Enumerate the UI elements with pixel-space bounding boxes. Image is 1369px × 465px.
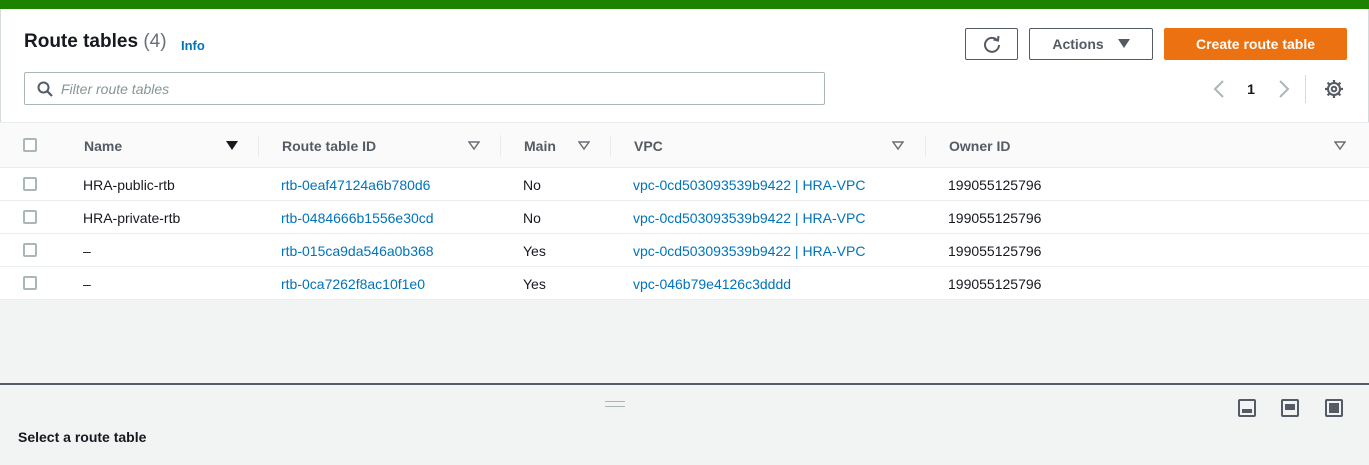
page-title-text: Route tables [24, 31, 139, 52]
sort-icon[interactable] [225, 139, 239, 153]
layout-side-icon[interactable] [1281, 399, 1299, 417]
table-header: Name Route table ID Main VPC Owner ID [0, 122, 1369, 168]
chevron-right-icon [1279, 80, 1290, 98]
row-checkbox[interactable] [23, 210, 37, 224]
table-header-panel: Route tables (4) Info Actions Create rou… [0, 9, 1369, 123]
filter-input[interactable] [61, 80, 761, 97]
layout-bottom-icon[interactable] [1238, 399, 1256, 417]
column-header-vpc[interactable]: VPC [634, 123, 663, 169]
cell-name: – [83, 242, 91, 259]
column-header-route-table-id[interactable]: Route table ID [282, 123, 376, 169]
row-checkbox[interactable] [23, 243, 37, 257]
column-divider [925, 135, 926, 157]
cell-vpc[interactable]: vpc-0cd503093539b9422 | HRA-VPC [633, 168, 865, 201]
cell-route-table-id[interactable]: rtb-0484666b1556e30cd [281, 201, 434, 234]
sort-icon[interactable] [1333, 139, 1347, 153]
caret-down-icon [1117, 39, 1130, 48]
select-all-checkbox[interactable] [23, 138, 37, 152]
cell-route-table-id[interactable]: rtb-0eaf47124a6b780d6 [281, 168, 430, 201]
table-empty-space [0, 300, 1369, 383]
split-panel: Select a route table [0, 383, 1369, 465]
column-divider [500, 135, 501, 157]
filter-box [24, 72, 825, 105]
column-header-owner-id[interactable]: Owner ID [949, 123, 1010, 169]
column-header-main[interactable]: Main [524, 123, 556, 169]
cell-owner-id: 199055125796 [948, 275, 1042, 292]
resize-handle[interactable] [605, 401, 625, 407]
sort-active-icon [226, 141, 238, 150]
column-divider [258, 135, 259, 157]
column-header-name[interactable]: Name [84, 123, 122, 169]
cell-owner-id: 199055125796 [948, 209, 1042, 226]
route-table-count: (4) [143, 31, 167, 52]
cell-route-table-id[interactable]: rtb-0ca7262f8ac10f1e0 [281, 267, 425, 300]
page-title: Route tables (4) [24, 31, 167, 53]
cell-name: HRA-public-rtb [83, 176, 175, 193]
sort-icon[interactable] [467, 139, 481, 153]
table-row[interactable]: HRA-private-rtb rtb-0484666b1556e30cd No… [0, 201, 1369, 234]
cell-main: No [523, 209, 541, 226]
sort-icon[interactable] [577, 139, 591, 153]
sort-outline-icon [468, 141, 480, 151]
page-number[interactable]: 1 [1241, 77, 1261, 101]
create-route-table-button[interactable]: Create route table [1164, 28, 1347, 60]
cell-main: Yes [523, 275, 546, 292]
cell-route-table-id[interactable]: rtb-015ca9da546a0b368 [281, 234, 434, 267]
row-checkbox[interactable] [23, 177, 37, 191]
table-row[interactable]: – rtb-0ca7262f8ac10f1e0 Yes vpc-046b79e4… [0, 267, 1369, 300]
cell-main: Yes [523, 242, 546, 259]
cell-vpc[interactable]: vpc-046b79e4126c3dddd [633, 267, 791, 300]
actions-label: Actions [1052, 36, 1104, 52]
column-divider [610, 135, 611, 157]
next-page-button[interactable] [1274, 77, 1294, 101]
cell-name: HRA-private-rtb [83, 209, 181, 226]
table-row[interactable]: – rtb-015ca9da546a0b368 Yes vpc-0cd50309… [0, 234, 1369, 267]
pagination-divider [1305, 75, 1306, 103]
sort-icon[interactable] [891, 139, 905, 153]
chevron-left-icon [1213, 80, 1224, 98]
sort-outline-icon [578, 141, 590, 151]
cell-vpc[interactable]: vpc-0cd503093539b9422 | HRA-VPC [633, 201, 865, 234]
sort-outline-icon [892, 141, 904, 151]
cell-vpc[interactable]: vpc-0cd503093539b9422 | HRA-VPC [633, 234, 865, 267]
cell-owner-id: 199055125796 [948, 176, 1042, 193]
refresh-icon [983, 35, 1000, 53]
sort-outline-icon [1334, 141, 1346, 151]
preferences-button[interactable] [1323, 77, 1345, 101]
search-icon [37, 81, 53, 97]
table-body: HRA-public-rtb rtb-0eaf47124a6b780d6 No … [0, 168, 1369, 300]
cell-owner-id: 199055125796 [948, 242, 1042, 259]
layout-full-icon[interactable] [1325, 399, 1343, 417]
table-row[interactable]: HRA-public-rtb rtb-0eaf47124a6b780d6 No … [0, 168, 1369, 201]
actions-button[interactable]: Actions [1029, 28, 1153, 60]
split-panel-empty-label: Select a route table [18, 429, 147, 445]
cell-main: No [523, 176, 541, 193]
previous-page-button[interactable] [1209, 77, 1229, 101]
gear-icon [1325, 80, 1343, 98]
info-link[interactable]: Info [181, 38, 205, 53]
cell-name: – [83, 275, 91, 292]
row-checkbox[interactable] [23, 276, 37, 290]
refresh-button[interactable] [965, 28, 1018, 60]
success-bar [0, 0, 1369, 9]
